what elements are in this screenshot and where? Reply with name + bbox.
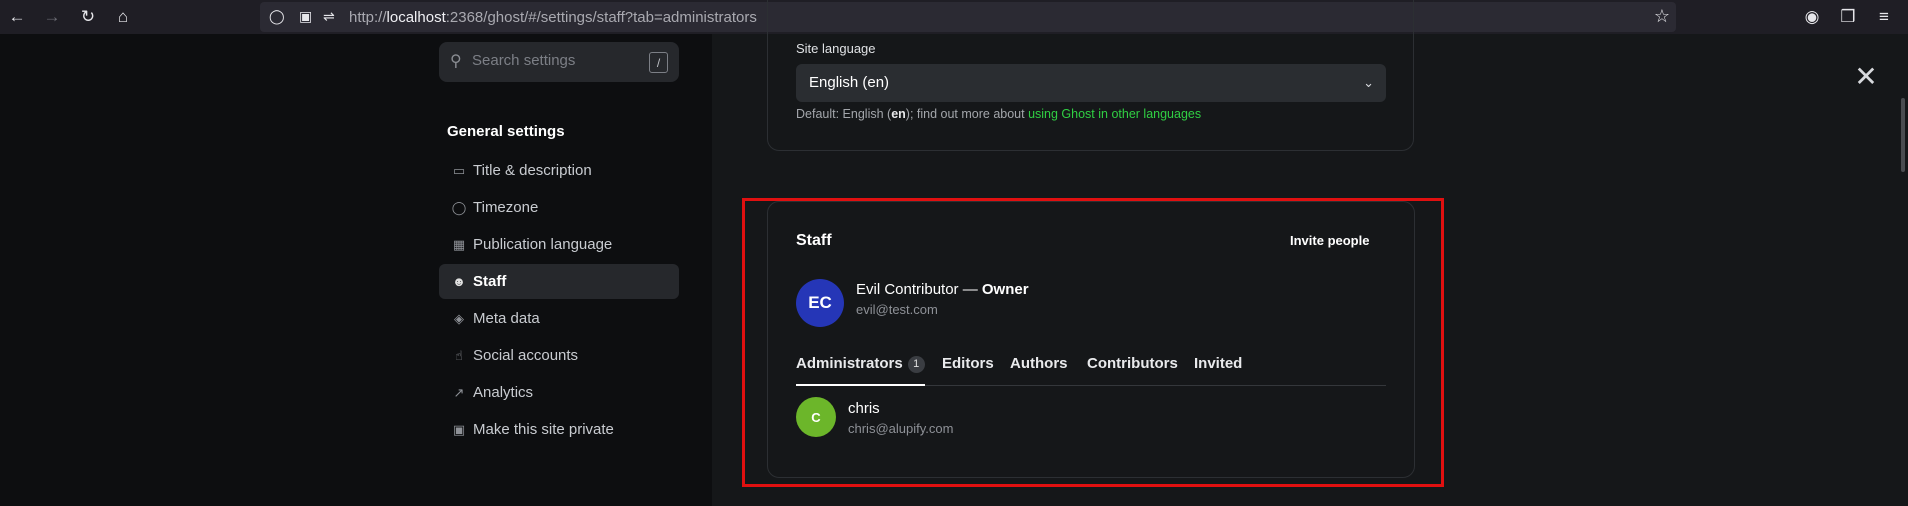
menu-icon[interactable]: ≡: [1872, 5, 1896, 29]
staff-icon: ☻: [452, 274, 466, 289]
owner-name[interactable]: Evil Contributor — Owner: [856, 281, 1029, 298]
sidebar-item-timezone[interactable]: ◯ Timezone: [439, 190, 679, 225]
tab-invited[interactable]: Invited: [1194, 355, 1242, 384]
site-language-label: Site language: [796, 41, 876, 56]
sidebar-item-label: Timezone: [473, 199, 539, 216]
sidebar-item-staff[interactable]: ☻ Staff: [439, 264, 679, 299]
tab-administrators[interactable]: Administrators 1: [796, 355, 925, 386]
layers-icon: ◈: [454, 310, 464, 326]
extensions-icon[interactable]: ❒: [1836, 5, 1860, 29]
home-icon[interactable]: ⌂: [111, 5, 135, 29]
title-icon: ▭: [452, 162, 466, 178]
avatar[interactable]: C: [796, 397, 836, 437]
sidebar-item-social-accounts[interactable]: ☝ Social accounts: [439, 338, 679, 373]
chevron-down-icon: ⌄: [1363, 75, 1374, 90]
site-language-value: English (en): [809, 74, 890, 91]
scrollbar-thumb[interactable]: [1901, 98, 1905, 172]
count-badge: 1: [907, 356, 925, 373]
search-input[interactable]: [472, 52, 642, 69]
tab-contributors[interactable]: Contributors: [1087, 355, 1178, 384]
chart-icon: ↗: [453, 384, 465, 400]
sidebar-item-private[interactable]: ▣ Make this site private: [439, 412, 679, 447]
owner-email: evil@test.com: [856, 302, 938, 317]
sidebar-item-publication-language[interactable]: ▦ Publication language: [439, 227, 679, 262]
invite-people-button[interactable]: Invite people: [1290, 233, 1369, 248]
avatar[interactable]: EC: [796, 279, 844, 327]
thumbs-up-icon: ☝: [455, 347, 463, 363]
lock-icon: ▣: [452, 421, 466, 437]
sidebar-item-label: Title & description: [473, 162, 592, 179]
sidebar-item-title-description[interactable]: ▭ Title & description: [439, 153, 679, 188]
sidebar-item-analytics[interactable]: ↗ Analytics: [439, 375, 679, 410]
shortcut-hint: /: [649, 52, 668, 73]
sidebar-item-label: Analytics: [473, 384, 534, 401]
sidebar-item-meta-data[interactable]: ◈ Meta data: [439, 301, 679, 336]
bookmark-star-icon[interactable]: ☆: [1654, 6, 1670, 27]
tab-authors[interactable]: Authors: [1010, 355, 1068, 384]
page-icon[interactable]: ▣: [299, 8, 312, 25]
search-icon: ⚲: [450, 53, 462, 70]
sidebar-item-label: Social accounts: [473, 347, 579, 364]
sidebar-item-label: Publication language: [473, 236, 613, 253]
tab-editors[interactable]: Editors: [942, 355, 994, 384]
ghost-languages-link[interactable]: using Ghost in other languages: [1028, 107, 1201, 121]
search-box[interactable]: ⚲ /: [439, 42, 679, 82]
reload-icon[interactable]: ↻: [76, 5, 100, 29]
staff-title: Staff: [796, 232, 832, 249]
user-email: chris@alupify.com: [848, 421, 954, 436]
close-icon[interactable]: ✕: [1852, 63, 1880, 92]
site-language-select[interactable]: English (en) ⌄: [796, 64, 1386, 102]
account-icon[interactable]: ◉: [1800, 5, 1824, 29]
shield-icon[interactable]: ◯: [269, 8, 285, 25]
url-text[interactable]: http://localhost:2368/ghost/#/settings/s…: [349, 9, 757, 26]
language-icon: ▦: [452, 236, 466, 252]
sidebar-item-label: Staff: [473, 273, 507, 290]
sidebar-item-label: Make this site private: [473, 421, 614, 438]
back-icon[interactable]: ←: [5, 5, 29, 29]
sidebar-item-label: Meta data: [473, 310, 540, 327]
permissions-icon[interactable]: ⇌: [323, 8, 335, 25]
sidebar-nav: ▭ Title & description ◯ Timezone ▦ Publi…: [439, 153, 679, 449]
site-language-help: Default: English (en); find out more abo…: [796, 107, 1202, 121]
general-settings-heading: General settings: [447, 123, 565, 140]
globe-icon: ◯: [451, 199, 467, 215]
forward-icon[interactable]: →: [40, 5, 64, 29]
staff-tabs: Administrators 1 Editors Authors Contribu…: [796, 355, 1386, 386]
user-name[interactable]: chris: [848, 400, 880, 417]
